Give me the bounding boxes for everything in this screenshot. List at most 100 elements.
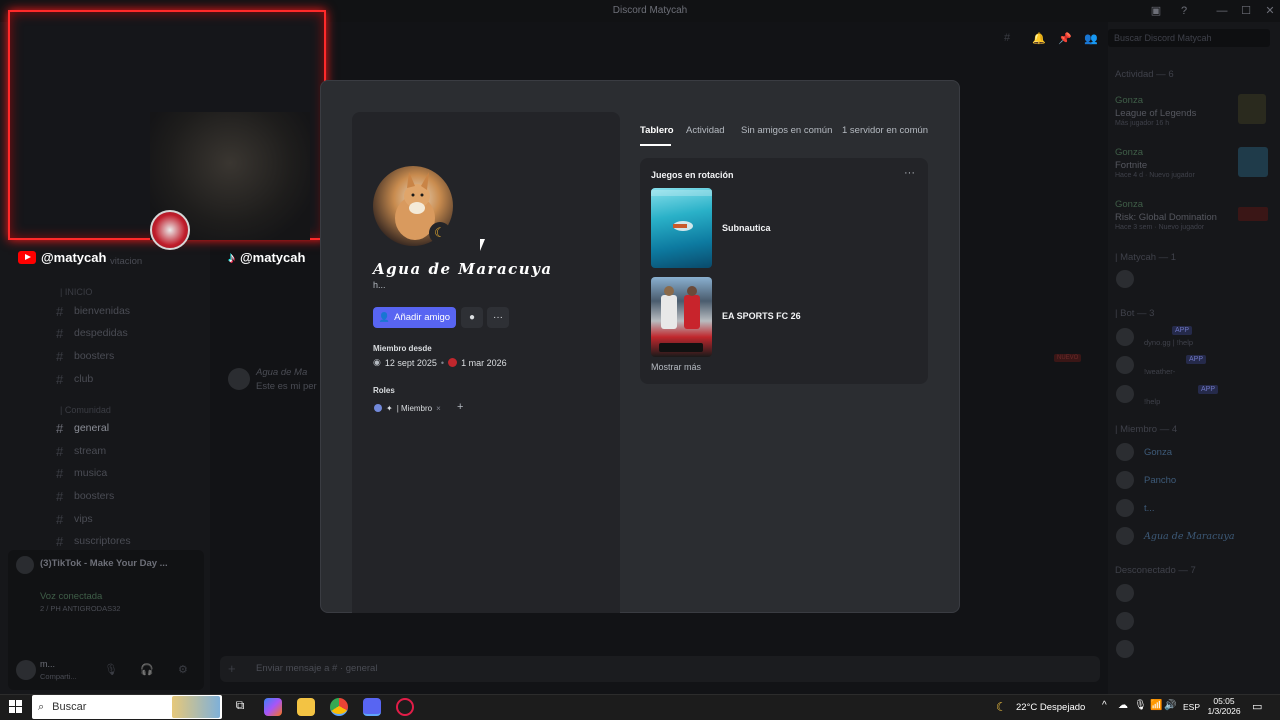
activity-game: Risk: Global Domination [1115,212,1217,223]
member-name[interactable]: t... [1144,503,1155,514]
help-icon[interactable]: ? [1176,3,1192,19]
avatar[interactable] [1116,385,1134,403]
avatar[interactable] [1116,499,1134,517]
add-role-button[interactable]: + [457,401,463,413]
tray-chevron-icon[interactable]: ^ [1102,700,1107,711]
avatar[interactable] [1116,640,1134,658]
pin-icon[interactable]: 📌 [1058,32,1072,46]
tab-actividad[interactable]: Actividad [686,125,725,136]
activity-user[interactable]: Gonza [1115,199,1143,210]
channel-stream[interactable]: # stream [56,441,206,461]
notification-icon[interactable]: ▭ [1252,700,1262,713]
avatar[interactable] [16,660,36,680]
volume-icon[interactable]: 🔊 [1164,700,1176,711]
avatar[interactable] [1116,270,1134,288]
group-bot: | Bot — 3 [1115,308,1155,319]
chat-avatar[interactable] [228,368,250,390]
channel-boosters-2[interactable]: # boosters [56,486,206,506]
bot-status: !help [1144,397,1161,406]
chrome-icon[interactable] [330,698,348,716]
minimize-button[interactable]: — [1214,3,1230,19]
member-name[interactable]: Agua de Maracuya [1144,531,1235,542]
channel-bienvenidas[interactable]: # bienvenidas [56,301,206,321]
channel-boosters[interactable]: # boosters [56,346,206,366]
role-pill: ✦ | Miembro × [374,401,441,415]
bell-icon[interactable]: 🔔 [1032,32,1046,46]
role-color-dot [374,404,382,412]
mouse-cursor-icon [480,239,490,251]
risk-game-icon [1238,207,1268,221]
hash-icon: # [56,511,64,527]
channel-suscriptores[interactable]: # suscriptores [56,531,206,551]
maximize-button[interactable]: ☐ [1238,3,1254,19]
close-button[interactable]: ✕ [1262,3,1278,19]
windows-start-icon[interactable] [9,700,22,713]
ellipsis-icon[interactable]: ··· [904,167,915,179]
game-cover-subnautica[interactable] [651,188,712,268]
moon-icon: ☾ [429,222,451,244]
member-name[interactable]: Gonza [1144,447,1172,458]
gear-icon[interactable]: ⚙ [178,663,188,676]
copilot-icon[interactable] [264,698,282,716]
mic-icon[interactable]: 🎙 [104,663,118,676]
game-name[interactable]: EA SPORTS FC 26 [722,311,801,321]
avatar[interactable] [1116,356,1134,374]
cloud-icon[interactable]: ☁ [1118,700,1128,711]
avatar[interactable] [1116,527,1134,545]
voice-activity[interactable]: (3)TikTok - Make Your Day ... [40,558,168,569]
language-indicator[interactable]: ESP [1183,702,1200,712]
channel-club[interactable]: # club [56,369,206,389]
game-cover-fc26[interactable] [651,277,712,357]
bot-status: !weather- [1144,367,1176,376]
activity-user[interactable]: Gonza [1115,147,1143,158]
hash-icon: # [56,533,64,549]
avatar[interactable] [1116,584,1134,602]
search-input[interactable]: Buscar Discord Matycah [1108,29,1270,47]
weather-text[interactable]: 22°C Despejado [1016,702,1085,713]
obs-icon[interactable] [396,698,414,716]
inbox-icon[interactable]: ▣ [1148,3,1164,19]
roles-label: Roles [373,386,395,395]
activity-game: League of Legends [1115,108,1197,119]
mic-tray-icon[interactable]: 🎙 [1134,700,1147,711]
tab-tablero[interactable]: Tablero [640,125,674,136]
channel-musica[interactable]: # musica [56,463,206,483]
tab-servidores[interactable]: 1 servidor en común [842,125,928,136]
activity-detail: Más jugador 16 h [1115,120,1170,127]
chat-author[interactable]: Agua de Ma [256,367,307,378]
avatar[interactable] [1116,612,1134,630]
role-remove-button[interactable]: × [436,404,441,413]
game-name[interactable]: Subnautica [722,223,771,233]
channel-vips[interactable]: # vips [56,509,206,529]
offline-header: Desconectado — 7 [1115,565,1196,576]
show-more-link[interactable]: Mostrar más [651,362,701,372]
discord-icon[interactable] [363,698,381,716]
add-attachment-icon[interactable]: + [228,661,236,676]
category-comunidad[interactable]: | Comunidad [60,405,111,415]
clock[interactable]: 05:05 1/3/2026 [1202,696,1246,716]
member-name[interactable]: Pancho [1144,475,1176,486]
avatar[interactable] [1116,471,1134,489]
category-inicio[interactable]: | INICIO [60,287,92,297]
channel-despedidas[interactable]: # despedidas [56,323,206,343]
activity-header: Actividad — 6 [1115,69,1174,80]
ellipsis-icon: ··· [493,312,503,323]
user-name: m... [40,659,55,669]
tab-amigos[interactable]: Sin amigos en común [741,125,832,136]
message-button[interactable]: ● [461,307,483,328]
channel-general[interactable]: # general [56,418,206,438]
headphones-icon[interactable]: 🎧 [140,663,154,676]
add-friend-button[interactable]: 👤 Añadir amigo [373,307,456,328]
avatar[interactable] [1116,328,1134,346]
more-options-button[interactable]: ··· [487,307,509,328]
voice-channel[interactable]: 2 / PH ANTIGRODAS32 [40,604,120,613]
hash-icon: # [56,325,64,341]
threads-icon[interactable]: # [1004,32,1018,46]
activity-user[interactable]: Gonza [1115,95,1143,106]
file-explorer-icon[interactable] [297,698,315,716]
games-title: Juegos en rotación [651,170,734,180]
task-view-icon[interactable]: ⧉ [231,698,249,716]
network-icon[interactable]: 📶 [1150,700,1162,711]
members-icon[interactable]: 👥 [1084,32,1098,46]
avatar[interactable] [1116,443,1134,461]
